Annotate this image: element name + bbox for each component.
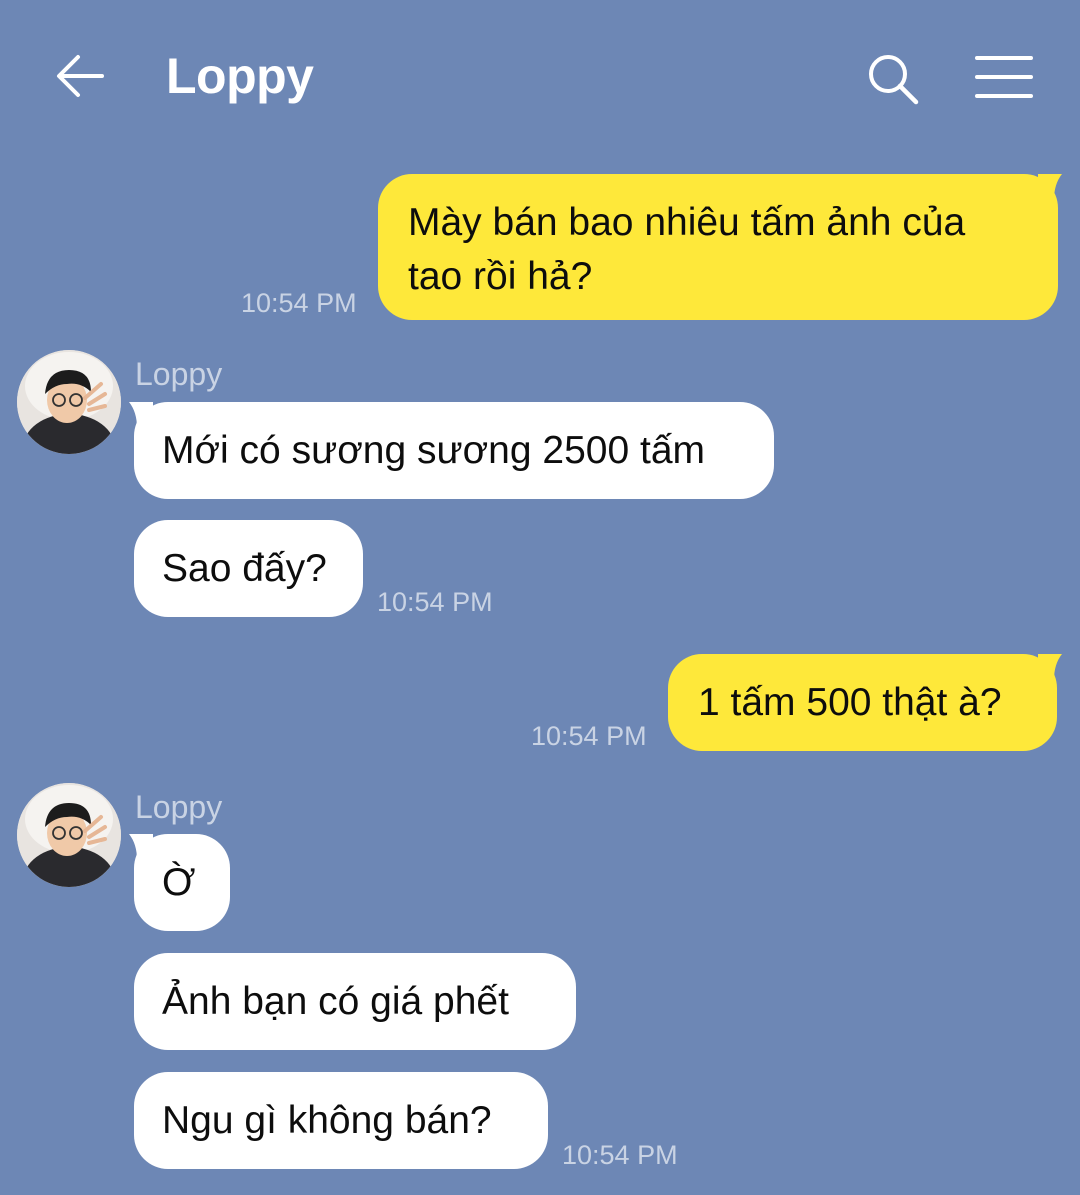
sender-name: Loppy (135, 356, 223, 392)
bubble-tail (1038, 174, 1062, 200)
avatar[interactable] (17, 783, 121, 887)
message-time: 10:54 PM (377, 587, 493, 617)
my-message-bubble[interactable]: Mày bán bao nhiêu tấm ảnh của tao rồi hả… (378, 174, 1058, 320)
their-message-bubble[interactable]: Ảnh bạn có giá phết (134, 953, 576, 1050)
message-time: 10:54 PM (562, 1140, 678, 1170)
arrow-left-icon[interactable] (52, 48, 108, 104)
message-time: 10:54 PM (241, 288, 357, 318)
their-message-bubble[interactable]: Mới có sương sương 2500 tấm (134, 402, 774, 499)
sender-name: Loppy (135, 789, 223, 825)
message-time: 10:54 PM (531, 721, 647, 751)
avatar[interactable] (17, 350, 121, 454)
my-message-bubble[interactable]: 1 tấm 500 thật à? (668, 654, 1057, 751)
their-message-bubble[interactable]: Ngu gì không bán? (134, 1072, 548, 1169)
search-icon[interactable] (862, 48, 924, 110)
chat-title: Loppy (166, 48, 314, 104)
their-message-bubble[interactable]: Sao đấy? (134, 520, 363, 617)
their-message-bubble[interactable]: Ờ (134, 834, 230, 931)
hamburger-menu-icon[interactable] (974, 52, 1034, 102)
bubble-tail (1038, 654, 1062, 680)
